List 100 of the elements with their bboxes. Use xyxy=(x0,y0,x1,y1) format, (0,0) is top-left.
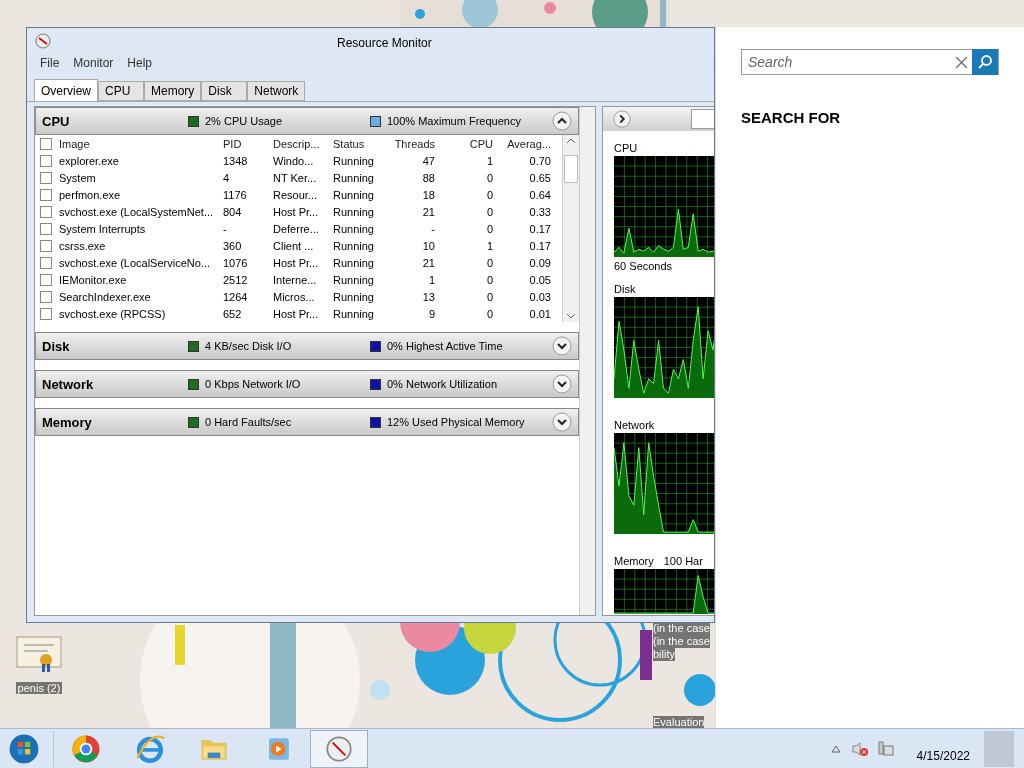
scroll-thumb[interactable] xyxy=(564,155,578,183)
table-cell-text: Host Pr... xyxy=(273,256,320,269)
menu-item[interactable]: File xyxy=(40,56,60,70)
stat-text: 0% Highest Active Time xyxy=(387,340,503,352)
table-cell-text: Running xyxy=(333,154,375,167)
checkbox[interactable] xyxy=(40,171,52,184)
table-cell-text: 0.33 xyxy=(528,205,551,218)
table-cell-text: 0.03 xyxy=(528,290,551,303)
stat-text: 0% Network Utilization xyxy=(387,378,498,390)
table-cell-text: Running xyxy=(333,307,375,320)
gauge-icon[interactable] xyxy=(310,729,368,768)
tab[interactable]: Memory xyxy=(144,81,202,101)
section-title: Memory xyxy=(42,414,93,430)
clock-date[interactable]: 4/15/2022 xyxy=(916,748,970,763)
section-header[interactable]: CPU 2% CPU Usage 100% Maximum Frequency xyxy=(35,107,579,135)
expand-button[interactable] xyxy=(613,110,631,128)
stat-text: 12% Used Physical Memory xyxy=(387,416,525,428)
table-cell-text: Running xyxy=(333,239,375,252)
checkbox[interactable] xyxy=(40,256,52,269)
table-cell-text: 2512 xyxy=(223,273,249,286)
table-cell-text: 0 xyxy=(485,273,493,286)
column-header[interactable]: CPU xyxy=(435,137,493,150)
section-header[interactable]: Network 0 Kbps Network I/O 0% Network Utilization xyxy=(35,370,579,398)
checkbox[interactable] xyxy=(40,188,52,201)
scrollbar[interactable] xyxy=(579,107,595,615)
table-cell-text: Running xyxy=(333,188,375,201)
table-cell-text: IEMonitor.exe xyxy=(59,273,128,286)
search-heading: SEARCH FOR xyxy=(741,109,842,126)
graph-title: Network xyxy=(614,418,655,431)
checkbox[interactable] xyxy=(40,290,52,303)
table-cell-text: 21 xyxy=(421,256,435,269)
graph-caption: 60 Seconds xyxy=(614,260,674,274)
table-cell-text: csrss.exe xyxy=(59,239,107,252)
column-header[interactable]: PID xyxy=(223,137,273,150)
search-button[interactable] xyxy=(972,49,998,75)
checkbox[interactable] xyxy=(40,222,52,235)
table-cell-text: 0 xyxy=(485,222,493,235)
chevron-button[interactable] xyxy=(552,412,572,432)
checkbox[interactable] xyxy=(40,307,52,320)
table-cell-text: 0 xyxy=(485,188,493,201)
table-cell-text: - xyxy=(223,222,228,235)
table-cell-text: 0 xyxy=(485,256,493,269)
table-cell-text: 1 xyxy=(485,239,493,252)
column-header[interactable]: Threads xyxy=(383,137,435,150)
section-title: Disk xyxy=(42,338,71,354)
table-cell-text: Interne... xyxy=(273,273,318,286)
checkbox[interactable] xyxy=(40,239,52,252)
table-cell-text: 0.65 xyxy=(528,171,551,184)
table-cell-text: 1 xyxy=(427,273,435,286)
table-cell-text: Client ... xyxy=(273,239,315,252)
graph-note: 100 Har xyxy=(663,554,703,567)
stat-text: 0 Kbps Network I/O xyxy=(205,378,301,390)
table-cell-text: 0.64 xyxy=(528,188,551,201)
column-header[interactable]: Descrip... xyxy=(273,137,333,150)
table-cell-text: 0 xyxy=(485,290,493,303)
checkbox[interactable] xyxy=(40,137,52,150)
chevron-button[interactable] xyxy=(552,336,572,356)
table-cell-text: 0.01 xyxy=(528,307,551,320)
tab[interactable]: Network xyxy=(247,81,306,101)
tab[interactable]: Overview xyxy=(34,79,98,101)
section-header[interactable]: Memory 0 Hard Faults/sec 12% Used Physical Memory xyxy=(35,408,579,436)
network-icon[interactable] xyxy=(876,739,895,758)
table-cell-text: System xyxy=(59,171,97,184)
column-header[interactable]: Image xyxy=(59,137,223,150)
section-header[interactable]: Disk 4 KB/sec Disk I/O 0% Highest Active Time xyxy=(35,332,579,360)
certificate-icon[interactable] xyxy=(16,636,62,672)
table-cell-text: 1 xyxy=(485,154,493,167)
graph-title: Disk xyxy=(614,282,636,295)
gauge-icon xyxy=(35,32,51,49)
table-cell-text: 21 xyxy=(421,205,435,218)
checkbox[interactable] xyxy=(40,205,52,218)
views-dropdown[interactable] xyxy=(691,109,714,129)
tab[interactable]: Disk xyxy=(201,81,248,101)
menu-item[interactable]: Help xyxy=(127,56,153,70)
column-header[interactable]: Status xyxy=(333,137,383,150)
stat-text: 4 KB/sec Disk I/O xyxy=(205,340,292,352)
chevron-button[interactable] xyxy=(552,374,572,394)
desktop-icon-label[interactable]: penis (2) xyxy=(15,682,63,694)
search-field[interactable]: Search xyxy=(741,49,999,75)
table-cell-text: 47 xyxy=(421,154,435,167)
column-header[interactable]: Averag... xyxy=(493,137,551,150)
scroll-down-icon[interactable] xyxy=(566,313,576,319)
table-cell-text: 0 xyxy=(485,205,493,218)
menu-item[interactable]: Monitor xyxy=(73,56,114,70)
section-title: Network xyxy=(42,376,95,392)
scroll-up-icon[interactable] xyxy=(566,138,576,144)
table-cell-text: 1348 xyxy=(223,154,249,167)
table-cell-text: 1176 xyxy=(223,188,248,201)
table-cell-text: 1264 xyxy=(223,290,249,303)
stat-text: 2% CPU Usage xyxy=(205,115,283,127)
table-cell-text: Running xyxy=(333,290,375,303)
table-cell-text: 1076 xyxy=(223,256,249,269)
table-cell-text: svchost.exe (RPCSS) xyxy=(59,307,167,320)
checkbox[interactable] xyxy=(40,154,52,167)
checkbox[interactable] xyxy=(40,273,52,286)
muted-speaker-icon[interactable] xyxy=(850,739,869,758)
scrollbar[interactable] xyxy=(562,135,579,322)
tab[interactable]: CPU xyxy=(98,81,144,101)
table-cell-text: 0.09 xyxy=(528,256,551,269)
chevron-button[interactable] xyxy=(552,111,572,131)
